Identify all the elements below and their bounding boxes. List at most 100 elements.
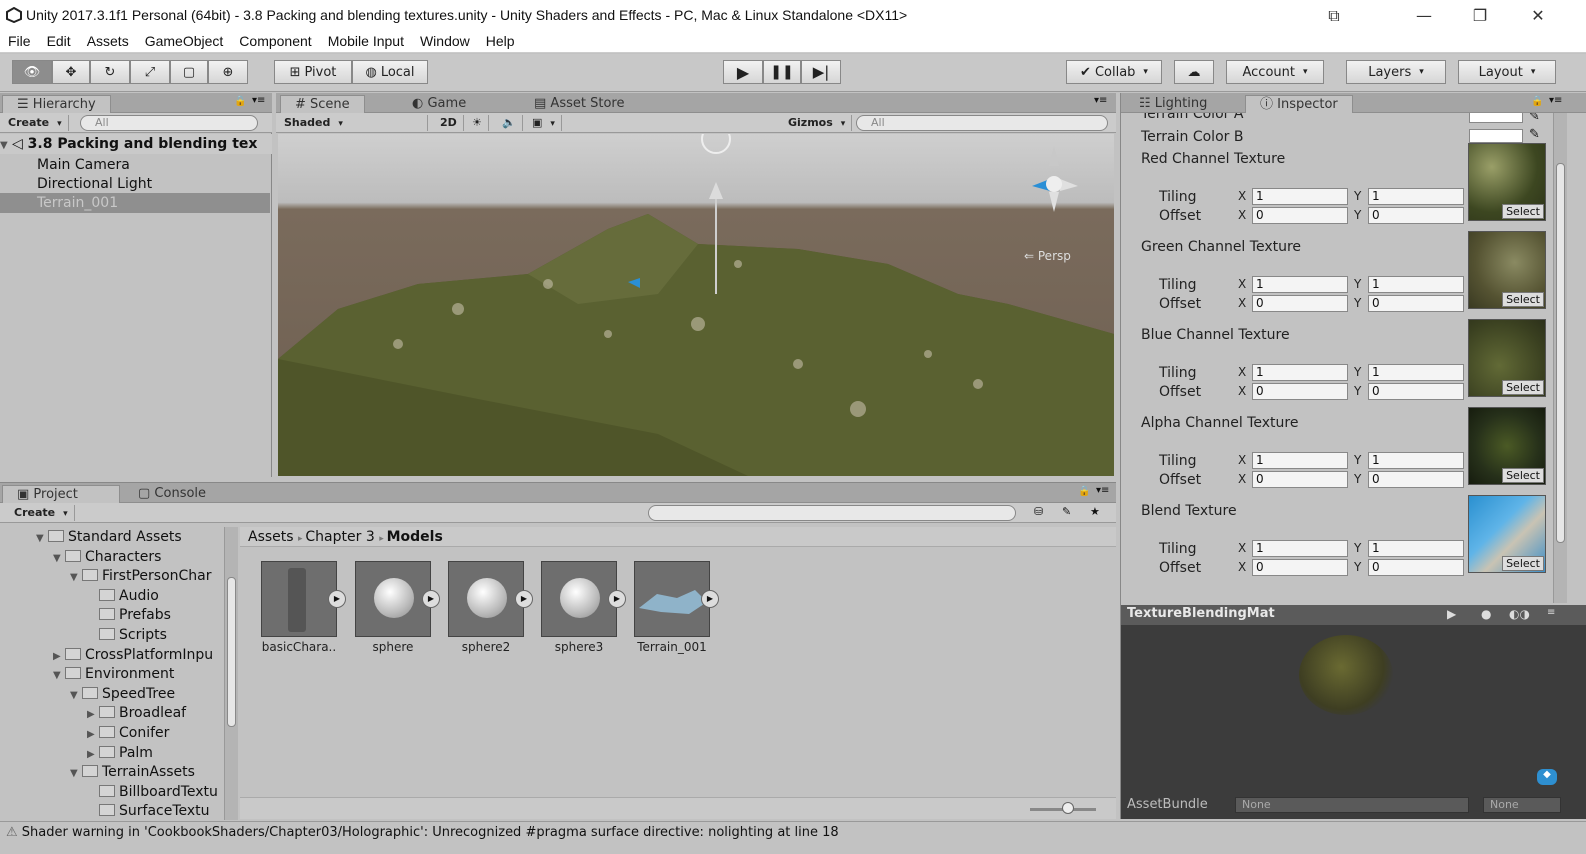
asset-thumbnail[interactable]: ▶ [448,561,533,637]
tab-hierarchy[interactable]: ☰ Hierarchy [2,95,111,113]
expand-arrow-icon[interactable]: ▼ [70,764,82,784]
terrain-color-b-swatch[interactable] [1469,129,1523,143]
texture-thumbnail-1[interactable]: Select [1468,231,1546,309]
folder-row[interactable]: ▼ Standard Assets [36,527,182,547]
scrollbar-thumb[interactable] [1556,163,1565,543]
expand-arrow-icon[interactable]: ▼ [70,686,82,706]
texture-thumbnail-0[interactable]: Select [1468,143,1546,221]
tree-scrollbar[interactable] [224,527,238,820]
menu-window[interactable]: Window [412,31,478,52]
lock-icon[interactable]: 🔒 [234,96,246,107]
texture-select-button[interactable]: Select [1502,556,1544,571]
lighting-toggle-icon[interactable]: ☀ [466,115,489,131]
folder-row[interactable]: ▶ Broadleaf [87,703,186,723]
panel-menu-icon[interactable]: ▾≡ [1094,95,1107,106]
folder-row[interactable]: Scripts [87,625,167,645]
preview-light-icon[interactable]: ◐◑ [1509,607,1530,621]
expand-prefab-icon[interactable]: ▶ [515,590,533,608]
layout-dropdown[interactable]: Layout [1458,60,1556,84]
panel-menu-icon[interactable]: ≡ [1547,607,1555,618]
tiling-x-field[interactable]: 1 [1252,364,1348,381]
pivot-button[interactable]: ⊞ Pivot [274,60,352,84]
preview-play-icon[interactable]: ▶ [1447,607,1456,621]
menu-edit[interactable]: Edit [39,31,79,52]
tab-console[interactable]: ▢ Console [124,485,220,503]
expand-arrow-icon[interactable]: ▼ [0,136,12,154]
account-dropdown[interactable]: Account [1226,60,1324,84]
tiling-x-field[interactable]: 1 [1252,540,1348,557]
offset-x-field[interactable]: 0 [1252,559,1348,576]
texture-thumbnail-2[interactable]: Select [1468,319,1546,397]
folder-row[interactable]: Audio [87,586,159,606]
expand-arrow-icon[interactable]: ▼ [53,549,65,569]
folder-row[interactable]: BillboardTextu [87,782,218,802]
tab-game[interactable]: ◐ Game [398,95,480,113]
texture-select-button[interactable]: Select [1502,468,1544,483]
folder-row[interactable]: ▶ CrossPlatformInpu [53,645,213,665]
scale-tool-icon[interactable]: ⤢ [130,60,170,84]
filter-label-icon[interactable]: ✎ [1062,505,1071,518]
tiling-y-field[interactable]: 1 [1368,188,1464,205]
persp-label[interactable]: ⇐ Persp [1024,249,1071,263]
asset-thumbnail[interactable]: ▶ [541,561,626,637]
scene-orientation-gizmo[interactable] [1020,146,1090,216]
menu-file[interactable]: File [0,31,39,52]
breadcrumb-models[interactable]: Models [387,529,443,545]
tiling-y-field[interactable]: 1 [1368,452,1464,469]
terrain-color-a-swatch[interactable] [1469,113,1523,123]
rotate-tool-icon[interactable]: ↻ [90,60,130,84]
menu-component[interactable]: Component [231,31,319,52]
play-button[interactable]: ▶ [723,60,763,84]
asset-thumbnail[interactable]: ▶ [261,561,346,637]
collab-dropdown[interactable]: ✔ Collab [1066,60,1162,84]
audio-toggle-icon[interactable]: 🔈 [496,115,523,131]
offset-y-field[interactable]: 0 [1368,383,1464,400]
menu-assets[interactable]: Assets [79,31,137,52]
preview-sphere-icon[interactable]: ● [1481,607,1491,621]
folder-row[interactable]: ▼ Characters [53,547,161,567]
assetbundle-name-dropdown[interactable]: None [1235,797,1469,813]
expand-arrow-icon[interactable]: ▼ [36,529,48,549]
filter-type-icon[interactable]: ⛁ [1034,505,1043,518]
inspector-scrollbar[interactable] [1553,113,1567,603]
expand-arrow-icon[interactable]: ▼ [53,666,65,686]
tab-project[interactable]: ▣ Project [2,485,120,503]
material-preview-sphere[interactable] [1299,635,1393,715]
menu-mobile-input[interactable]: Mobile Input [320,31,412,52]
effects-dropdown-icon[interactable]: ▣ [526,115,562,131]
tiling-y-field[interactable]: 1 [1368,364,1464,381]
offset-x-field[interactable]: 0 [1252,383,1348,400]
tab-inspector[interactable]: ⓘ Inspector [1245,95,1353,113]
offset-x-field[interactable]: 0 [1252,207,1348,224]
texture-thumbnail-3[interactable]: Select [1468,407,1546,485]
scene-search-input[interactable]: All [856,115,1108,131]
folder-row[interactable]: ▼ TerrainAssets [70,762,195,782]
cloud-icon[interactable]: ☁ [1174,60,1214,84]
offset-y-field[interactable]: 0 [1368,207,1464,224]
folder-row[interactable]: Prefabs [87,605,171,625]
tiling-x-field[interactable]: 1 [1252,452,1348,469]
tab-lighting[interactable]: ☷ Lighting [1125,95,1221,113]
folder-row[interactable]: ▼ Environment [53,664,174,684]
folder-row[interactable]: ▼ FirstPersonChar [70,566,212,586]
offset-y-field[interactable]: 0 [1368,559,1464,576]
shading-mode-dropdown[interactable]: Shaded [278,115,428,131]
tab-scene[interactable]: # Scene [280,95,365,113]
offset-x-field[interactable]: 0 [1252,295,1348,312]
panel-menu-icon[interactable]: ▾≡ [1549,95,1562,106]
eyedropper-icon[interactable]: ✎ [1529,113,1540,124]
preview-bubble-icon[interactable]: ◆ [1537,769,1557,785]
scene-viewport[interactable]: ⇐ Persp [278,134,1114,476]
texture-select-button[interactable]: Select [1502,292,1544,307]
expand-arrow-icon[interactable]: ▼ [70,568,82,588]
tiling-y-field[interactable]: 1 [1368,540,1464,557]
project-create-button[interactable]: Create [8,505,75,521]
2d-toggle[interactable]: 2D [434,115,464,131]
hand-tool-icon[interactable]: 👁 [12,60,52,84]
tiling-x-field[interactable]: 1 [1252,276,1348,293]
expand-prefab-icon[interactable]: ▶ [422,590,440,608]
pause-button[interactable]: ❚❚ [763,60,801,84]
lock-icon[interactable]: 🔒 [1078,486,1090,497]
folder-row[interactable]: ▶ Conifer [87,723,169,743]
hierarchy-item-directional-light[interactable]: Directional Light [37,174,152,194]
